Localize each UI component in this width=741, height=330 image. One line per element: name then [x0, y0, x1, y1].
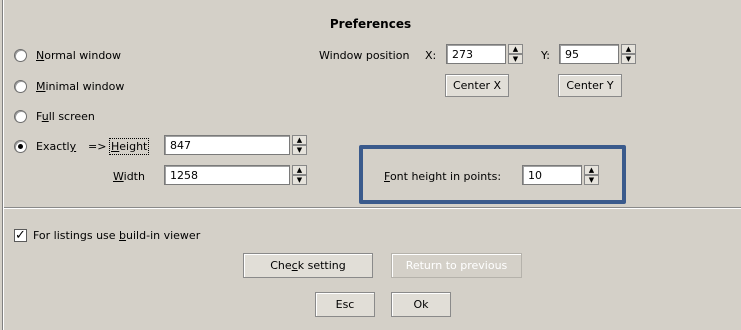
spin-down-icon[interactable]: ▼ [292, 175, 307, 185]
position-x-spinner[interactable]: ▲ ▼ [508, 44, 523, 64]
center-x-button[interactable]: Center X [445, 74, 509, 97]
radio-normal-window[interactable]: Normal window [14, 49, 121, 62]
exactly-arrow: => [88, 140, 107, 153]
radio-exactly-label: Exactly [36, 140, 77, 153]
window-position-label: Window position [319, 49, 410, 62]
ok-button[interactable]: Ok [391, 292, 451, 317]
spin-down-icon[interactable]: ▼ [584, 175, 599, 185]
height-label: Height [108, 138, 150, 155]
builtin-viewer-label: For listings use build-in viewer [33, 229, 201, 242]
return-to-previous-button[interactable]: Return to previous [391, 253, 522, 278]
font-height-label: Font height in points: [384, 170, 502, 183]
font-height-input[interactable] [522, 165, 582, 185]
spin-up-icon[interactable]: ▲ [292, 135, 307, 145]
position-x-label: X: [425, 49, 437, 62]
radio-button-icon[interactable] [14, 49, 27, 62]
width-input[interactable] [164, 165, 290, 185]
check-setting-button[interactable]: Che c k setting [243, 253, 373, 278]
spin-up-icon[interactable]: ▲ [508, 44, 523, 54]
radio-button-selected-icon[interactable] [14, 140, 27, 153]
checkbox-checked-icon[interactable]: ✓ [14, 229, 27, 242]
radio-normal-window-label: Normal window [36, 49, 122, 62]
spin-up-icon[interactable]: ▲ [621, 44, 636, 54]
builtin-viewer-checkbox-row[interactable]: ✓ For listings use build-in viewer [14, 229, 200, 242]
spin-up-icon[interactable]: ▲ [292, 165, 307, 175]
radio-exactly[interactable]: Exactly [14, 140, 76, 153]
height-input[interactable] [164, 135, 290, 155]
window-border-highlight [3, 0, 4, 330]
radio-button-icon[interactable] [14, 110, 27, 123]
font-height-spinner[interactable]: ▲ ▼ [584, 165, 599, 185]
position-y-spinner[interactable]: ▲ ▼ [621, 44, 636, 64]
esc-button[interactable]: Esc [315, 292, 375, 317]
height-spinner[interactable]: ▲ ▼ [292, 135, 307, 155]
spin-down-icon[interactable]: ▼ [508, 54, 523, 64]
radio-minimal-window[interactable]: Minimal window [14, 80, 124, 93]
radio-full-screen[interactable]: Full screen [14, 110, 95, 123]
position-y-input[interactable] [559, 44, 619, 64]
dialog-title: Preferences [329, 17, 412, 31]
spin-down-icon[interactable]: ▼ [292, 145, 307, 155]
radio-full-screen-label: Full screen [36, 110, 95, 123]
spin-down-icon[interactable]: ▼ [621, 54, 636, 64]
position-y-label: Y: [541, 49, 550, 62]
position-x-input[interactable] [446, 44, 506, 64]
radio-minimal-window-label: Minimal window [36, 80, 125, 93]
radio-button-icon[interactable] [14, 80, 27, 93]
width-spinner[interactable]: ▲ ▼ [292, 165, 307, 185]
separator-highlight [4, 208, 741, 209]
spin-up-icon[interactable]: ▲ [584, 165, 599, 175]
width-label: Width [113, 170, 145, 183]
center-y-button[interactable]: Center Y [558, 74, 622, 97]
